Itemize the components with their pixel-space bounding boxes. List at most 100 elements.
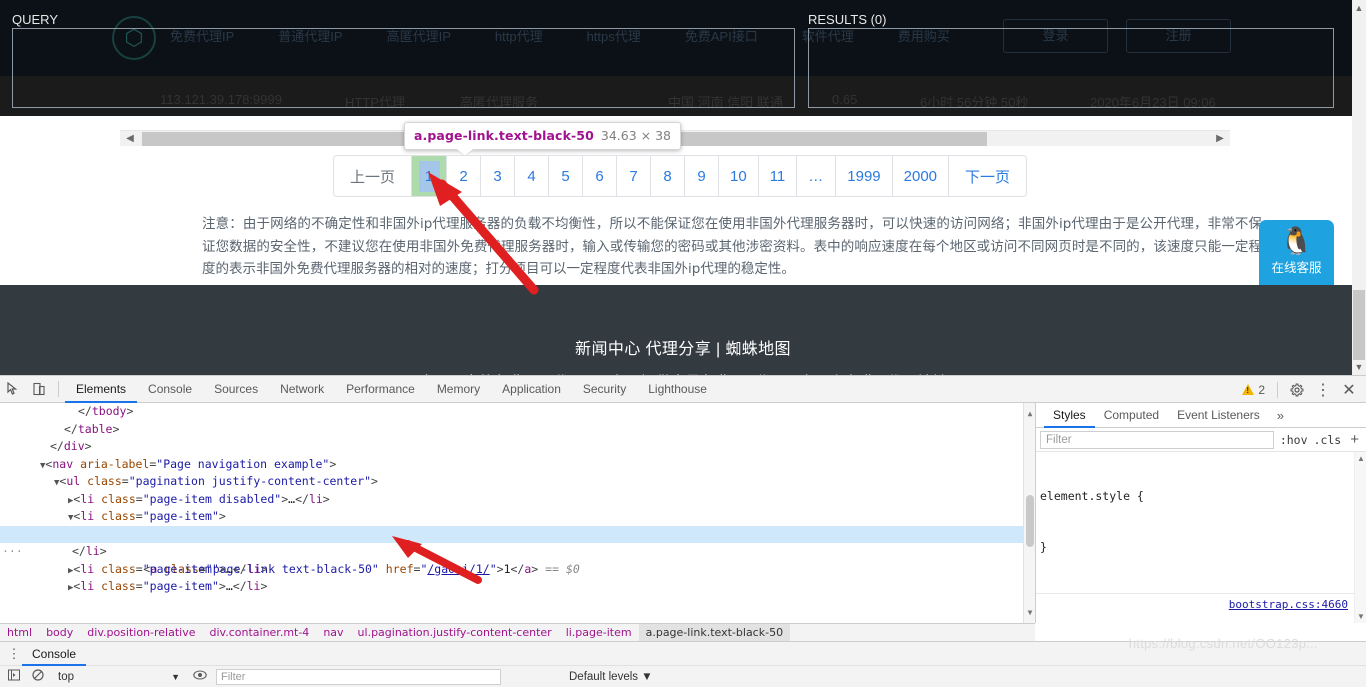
tab-computed[interactable]: Computed (1095, 403, 1168, 428)
warning-count-label: 2 (1258, 383, 1265, 397)
breadcrumb-item-body[interactable]: body (39, 624, 80, 642)
dom-line[interactable]: ▼<nav aria-label="Page navigation exampl… (0, 456, 1035, 474)
dom-scroll-thumb[interactable] (1026, 495, 1034, 547)
cls-toggle[interactable]: .cls (1314, 433, 1342, 447)
pagination-page-11[interactable]: 11 (759, 156, 798, 196)
overlay-label-results: RESULTS (0) (808, 12, 887, 27)
gear-icon[interactable] (1284, 377, 1310, 403)
tab-elements[interactable]: Elements (65, 376, 137, 403)
warning-count-chip[interactable]: 2 (1236, 383, 1271, 397)
console-levels-select[interactable]: Default levels ▼ (569, 671, 653, 683)
breadcrumb-item-nav[interactable]: nav (316, 624, 350, 642)
dom-line[interactable]: </tbody> (0, 403, 1035, 421)
tab-network[interactable]: Network (269, 376, 335, 403)
live-expression-icon[interactable] (192, 669, 208, 684)
clear-console-icon[interactable] (30, 669, 46, 684)
tab-console[interactable]: Console (137, 376, 203, 403)
pagination-page-3[interactable]: 3 (481, 156, 515, 196)
styles-scroll-up-icon[interactable]: ▲ (1357, 454, 1365, 463)
pagination-page-4[interactable]: 4 (515, 156, 549, 196)
tab-lighthouse[interactable]: Lighthouse (637, 376, 718, 403)
tab-performance[interactable]: Performance (335, 376, 426, 403)
dom-scroll-down-icon[interactable]: ▼ (1026, 604, 1034, 622)
dom-line[interactable]: ▶<li class="page-item">…</li> (0, 578, 1035, 596)
styles-more-tabs-icon[interactable]: » (1269, 408, 1292, 423)
hov-toggle[interactable]: :hov (1280, 433, 1308, 447)
scroll-up-arrow-icon[interactable]: ▲ (1354, 3, 1364, 13)
dom-tree-pane[interactable]: </tbody> </table> </div> ▼<nav aria-labe… (0, 403, 1035, 623)
dom-scroll-up-icon[interactable]: ▲ (1026, 405, 1034, 423)
footer-line-1[interactable]: 新闻中心 代理分享 | 蜘蛛地图 (0, 285, 1366, 359)
pagination-page-8[interactable]: 8 (651, 156, 685, 196)
scroll-down-arrow-icon[interactable]: ▼ (1354, 362, 1364, 372)
dom-line[interactable]: ▼<ul class="pagination justify-content-c… (0, 473, 1035, 491)
style-rule-element[interactable]: element.style { } (1036, 452, 1354, 594)
dom-line[interactable]: ▶<li class="page-item disabled">…</li> (0, 491, 1035, 509)
page-vertical-scrollbar[interactable]: ▲ ▼ (1352, 0, 1366, 375)
styles-scroll-down-icon[interactable]: ▼ (1357, 612, 1365, 621)
toggle-device-toolbar-icon[interactable] (26, 376, 52, 402)
highlight-box-results (808, 28, 1334, 108)
pagination-page-9[interactable]: 9 (685, 156, 719, 196)
styles-scrollbar[interactable]: ▲ ▼ (1354, 452, 1366, 623)
dom-line[interactable]: </table> (0, 421, 1035, 439)
pagination-ellipsis: … (797, 156, 836, 196)
styles-pane: Styles Computed Event Listeners » Filter… (1035, 403, 1366, 623)
style-rule-page-link[interactable]: bootstrap.css:4660 .page-link:not(:disab… (1036, 594, 1354, 623)
toolbar-divider (58, 381, 59, 397)
tab-application[interactable]: Application (491, 376, 572, 403)
devtools-panel: Elements Console Sources Network Perform… (0, 375, 1366, 657)
drawer-tab-console[interactable]: Console (22, 642, 86, 666)
pagination-next[interactable]: 下一页 (949, 156, 1026, 196)
dom-tree-scrollbar[interactable]: ▲ ▼ (1023, 403, 1035, 623)
console-levels-value: Default levels (569, 671, 638, 683)
tab-memory[interactable]: Memory (426, 376, 491, 403)
dom-line[interactable]: ▼<li class="page-item"> (0, 508, 1035, 526)
vscroll-thumb[interactable] (1353, 290, 1365, 360)
pagination-page-2[interactable]: 2 (447, 156, 481, 196)
chevron-down-icon[interactable]: ▼ (171, 672, 180, 682)
breadcrumb-item-html[interactable]: html (0, 624, 39, 642)
drawer-kebab-menu-icon[interactable]: ⋮ (6, 646, 22, 662)
online-service-button[interactable]: 🐧 在线客服 (1259, 220, 1334, 295)
pagination-page-7[interactable]: 7 (617, 156, 651, 196)
new-style-rule-button[interactable]: + (1347, 431, 1362, 448)
breadcrumb-item-a-page-link[interactable]: a.page-link.text-black-50 (639, 624, 790, 642)
dom-line[interactable]: </div> (0, 438, 1035, 456)
style-rule-source-link[interactable]: bootstrap.css:4660 (1229, 596, 1348, 613)
online-service-label: 在线客服 (1259, 262, 1334, 274)
scroll-left-arrow-icon[interactable]: ◀ (124, 133, 136, 145)
devtools-toolbar: Elements Console Sources Network Perform… (0, 376, 1366, 403)
pagination-page-1[interactable]: 1 (412, 156, 447, 196)
watermark: https://blog.csdn.net/OO123p... (1129, 636, 1318, 651)
style-rule-selector: element.style { (1040, 488, 1354, 505)
show-console-sidebar-icon[interactable] (6, 669, 22, 684)
breadcrumb-item-li-page-item[interactable]: li.page-item (559, 624, 639, 642)
tab-event-listeners[interactable]: Event Listeners (1168, 403, 1269, 428)
pagination-page-1999[interactable]: 1999 (836, 156, 892, 196)
tab-sources[interactable]: Sources (203, 376, 269, 403)
overlay-label-query: QUERY (12, 12, 58, 27)
inspect-element-icon[interactable] (0, 376, 26, 402)
pagination-page-5[interactable]: 5 (549, 156, 583, 196)
dom-line-selected[interactable]: ··· <a class="page-link text-black-50" h… (0, 526, 1035, 544)
tab-styles[interactable]: Styles (1044, 403, 1095, 428)
pagination-page-2000[interactable]: 2000 (893, 156, 949, 196)
scroll-right-arrow-icon[interactable]: ▶ (1214, 133, 1226, 145)
pagination-page-10[interactable]: 10 (719, 156, 759, 196)
styles-filter-input[interactable]: Filter (1040, 431, 1274, 449)
console-filter-input[interactable]: Filter (216, 669, 501, 685)
pagination-prev[interactable]: 上一页 (334, 156, 412, 196)
breadcrumb-item-ul-pagination[interactable]: ul.pagination.justify-content-center (351, 624, 559, 642)
kebab-menu-icon[interactable]: ⋮ (1310, 377, 1336, 403)
warning-triangle-icon (1242, 384, 1254, 395)
dom-line[interactable]: </li> (0, 543, 1035, 561)
close-icon[interactable]: ✕ (1336, 377, 1362, 403)
tab-security[interactable]: Security (572, 376, 637, 403)
breadcrumb-item-div-position-relative[interactable]: div.position-relative (80, 624, 202, 642)
inspector-tooltip-selector: a.page-link.text-black-50 (414, 128, 594, 143)
pagination-page-6[interactable]: 6 (583, 156, 617, 196)
console-context-select[interactable]: top ▼ (54, 671, 184, 683)
dom-line[interactable]: ▶<li class="page-item">…</li> (0, 561, 1035, 579)
breadcrumb-item-div-container[interactable]: div.container.mt-4 (203, 624, 317, 642)
